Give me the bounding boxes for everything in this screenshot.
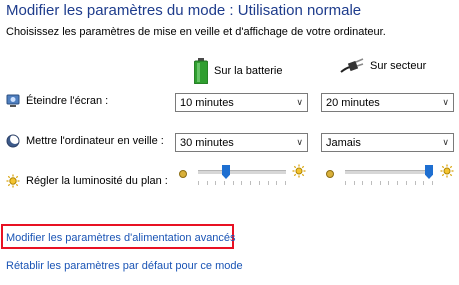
sleep-row-label: Mettre l'ordinateur en veille : bbox=[6, 134, 164, 148]
display-off-plugged-value: 20 minutes bbox=[326, 96, 380, 109]
monitor-icon bbox=[6, 94, 20, 107]
sun-icon bbox=[6, 174, 20, 188]
brightness-battery-thumb[interactable] bbox=[222, 165, 230, 179]
display-off-plugged-select[interactable]: 20 minutes ∨ bbox=[321, 93, 454, 112]
chevron-down-icon: ∨ bbox=[442, 137, 449, 147]
moon-icon bbox=[6, 134, 20, 148]
display-off-battery-value: 10 minutes bbox=[180, 96, 234, 109]
battery-column-header: Sur la batterie bbox=[194, 58, 282, 84]
dim-sun-icon bbox=[178, 166, 188, 184]
brightness-label: Régler la luminosité du plan : bbox=[26, 175, 168, 187]
battery-column-label: Sur la batterie bbox=[214, 65, 283, 77]
advanced-settings-link[interactable]: Modifier les paramètres d'alimentation a… bbox=[6, 232, 236, 244]
power-plug-icon bbox=[340, 58, 364, 73]
plugged-column-label: Sur secteur bbox=[370, 60, 427, 72]
brightness-plugged-thumb[interactable] bbox=[425, 165, 433, 179]
brightness-battery-slider[interactable] bbox=[198, 165, 286, 186]
restore-defaults-link[interactable]: Rétablir les paramètres par défaut pour … bbox=[6, 260, 243, 272]
page-title: Modifier les paramètres du mode : Utilis… bbox=[6, 2, 362, 19]
chevron-down-icon: ∨ bbox=[296, 137, 303, 147]
sleep-plugged-value: Jamais bbox=[326, 136, 361, 149]
sleep-battery-select[interactable]: 30 minutes ∨ bbox=[175, 133, 308, 152]
display-off-row-label: Éteindre l'écran : bbox=[6, 94, 108, 108]
brightness-row-label: Régler la luminosité du plan : bbox=[6, 174, 168, 188]
plugged-column-header: Sur secteur bbox=[340, 58, 426, 74]
display-off-label: Éteindre l'écran : bbox=[26, 95, 109, 107]
sleep-label: Mettre l'ordinateur en veille : bbox=[26, 135, 164, 147]
chevron-down-icon: ∨ bbox=[296, 97, 303, 107]
display-off-battery-select[interactable]: 10 minutes ∨ bbox=[175, 93, 308, 112]
battery-icon bbox=[194, 58, 208, 84]
chevron-down-icon: ∨ bbox=[442, 97, 449, 107]
sleep-battery-value: 30 minutes bbox=[180, 136, 234, 149]
brightness-plugged-slider[interactable] bbox=[345, 165, 433, 186]
bright-sun-icon bbox=[440, 164, 454, 183]
bright-sun-icon bbox=[292, 164, 306, 183]
page-subtitle: Choisissez les paramètres de mise en vei… bbox=[6, 26, 386, 38]
dim-sun-icon bbox=[325, 166, 335, 184]
sleep-plugged-select[interactable]: Jamais ∨ bbox=[321, 133, 454, 152]
